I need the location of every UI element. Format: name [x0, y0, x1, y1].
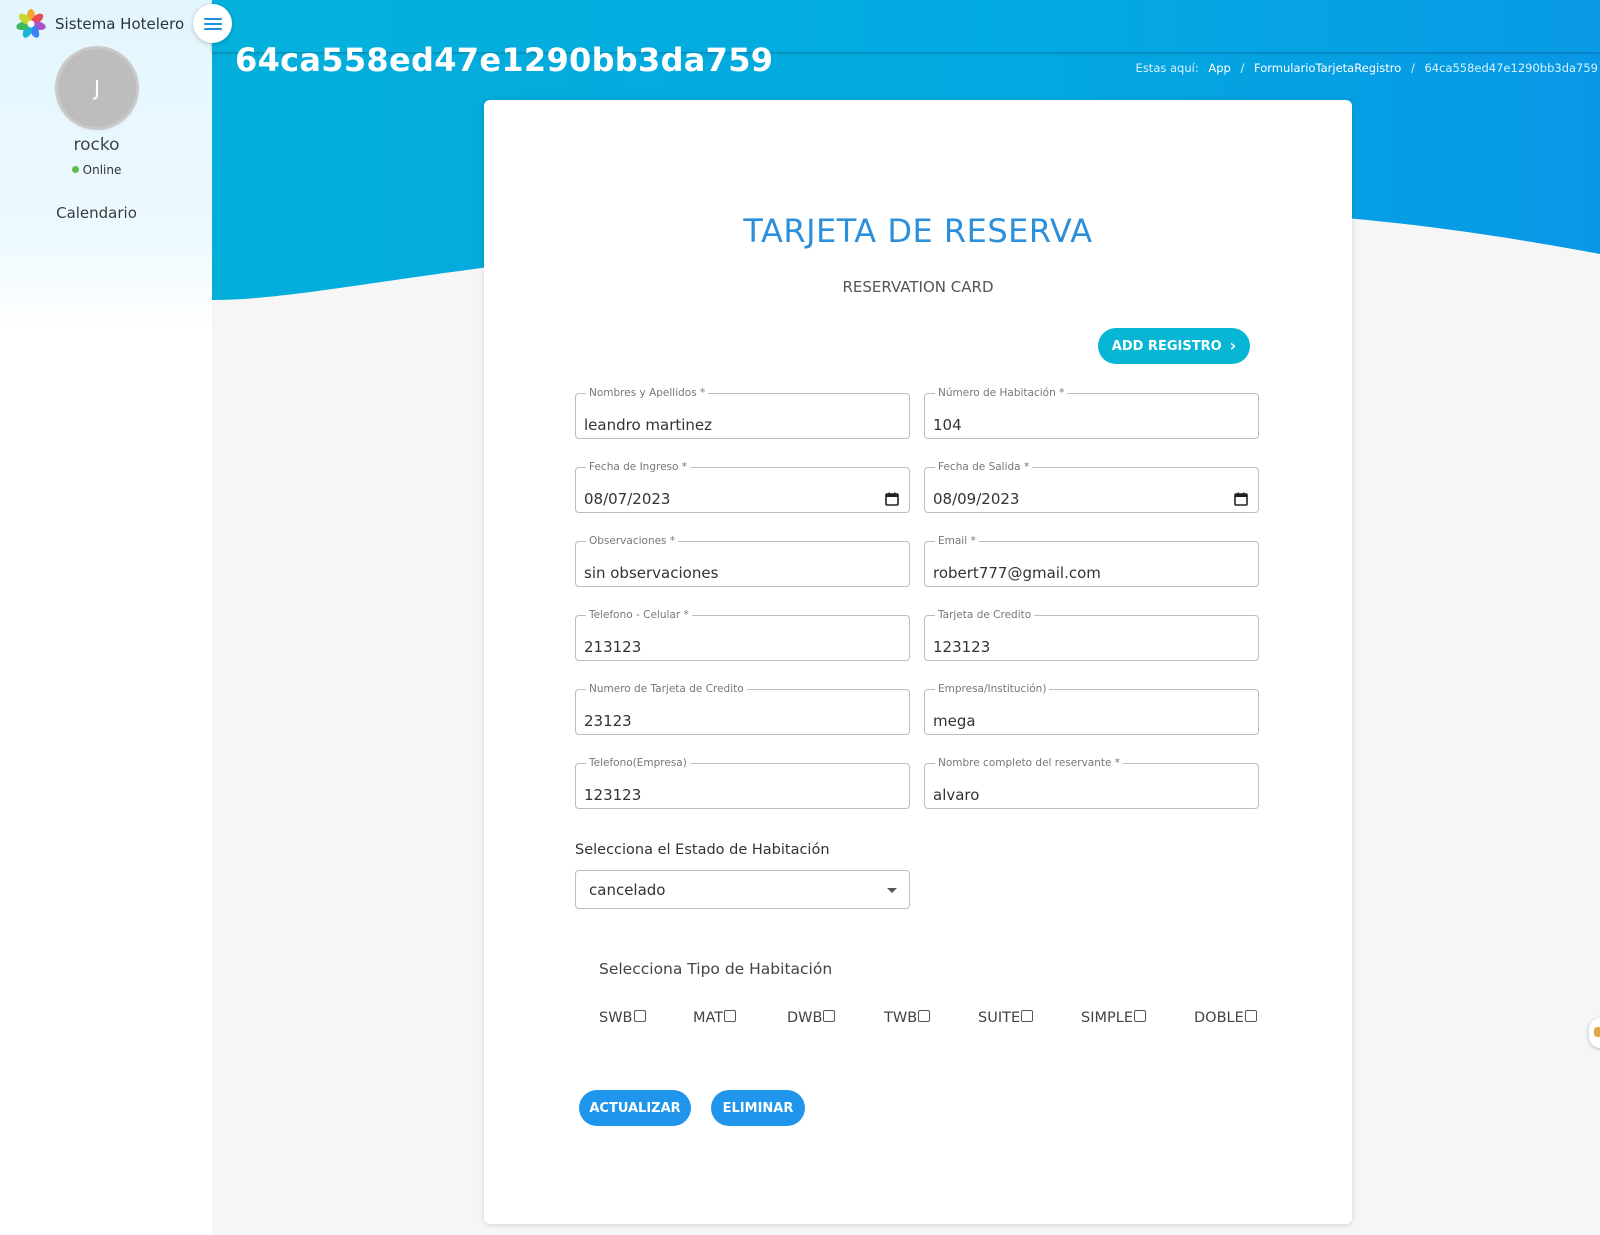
tarjeta-field[interactable]: Tarjeta de Credito 123123 — [924, 608, 1259, 661]
calendar-icon[interactable] — [1234, 492, 1248, 506]
user-status: Online — [0, 163, 193, 177]
app-title: Sistema Hotelero — [55, 15, 185, 33]
empresa-field[interactable]: Empresa/Institución) mega — [924, 682, 1259, 735]
card-subtitle: RESERVATION CARD — [842, 278, 994, 296]
menu-toggle-button[interactable] — [193, 4, 232, 43]
checkbox-dwb[interactable]: DWB — [787, 1010, 836, 1026]
checkbox-label: DOBLE — [1194, 1010, 1244, 1026]
checkbox-box[interactable] — [1021, 1010, 1034, 1022]
floating-widget-button[interactable] — [1589, 1018, 1600, 1048]
tarjeta-label: Tarjeta de Credito — [935, 608, 1035, 622]
observaciones-value: sin observaciones — [584, 564, 719, 582]
checkbox-box[interactable] — [823, 1010, 836, 1022]
breadcrumb-separator: / — [1240, 61, 1245, 75]
breadcrumb-item-current: 64ca558ed47e1290bb3da759 — [1424, 61, 1598, 75]
checkbox-simple[interactable]: SIMPLE — [1081, 1010, 1146, 1026]
telefono-field[interactable]: Telefono - Celular * 213123 — [575, 608, 910, 661]
fecha-salida-field[interactable]: Fecha de Salida * 08/09/2023 — [924, 460, 1259, 513]
empresa-value: mega — [933, 712, 976, 730]
tipo-label: Selecciona Tipo de Habitación — [599, 960, 833, 978]
eliminar-button[interactable]: ELIMINAR — [711, 1090, 805, 1126]
sidebar-item-calendario[interactable]: Calendario — [0, 204, 193, 222]
online-dot-icon — [71, 166, 79, 173]
telefono-empresa-field[interactable]: Telefono(Empresa) 123123 — [575, 756, 910, 809]
checkbox-box[interactable] — [1133, 1010, 1146, 1022]
breadcrumb: Estas aquí: App / FormularioTarjetaRegis… — [1136, 61, 1598, 75]
nombres-value: leandro martinez — [584, 416, 713, 434]
card-title: TARJETA DE RESERVA — [743, 212, 1093, 250]
estado-label: Selecciona el Estado de Habitación — [575, 842, 830, 858]
tarjeta-value: 123123 — [933, 638, 991, 656]
breadcrumb-prefix: Estas aquí: — [1135, 61, 1199, 75]
checkbox-doble[interactable]: DOBLE — [1194, 1010, 1257, 1026]
checkbox-twb[interactable]: TWB — [884, 1010, 931, 1026]
fecha-salida-value: 08/09/2023 — [933, 490, 1020, 508]
checkbox-label: SIMPLE — [1081, 1010, 1133, 1026]
actualizar-button[interactable]: ACTUALIZAR — [579, 1090, 691, 1126]
checkbox-label: TWB — [884, 1010, 918, 1026]
checkbox-label: MAT — [693, 1010, 724, 1026]
numero-tarjeta-field[interactable]: Numero de Tarjeta de Credito 23123 — [575, 682, 910, 735]
habitacion-label: Número de Habitación * — [935, 386, 1068, 400]
email-field[interactable]: Email * robert777@gmail.com — [924, 534, 1259, 587]
numero-tarjeta-value: 23123 — [584, 712, 632, 730]
estado-select[interactable]: cancelado — [575, 870, 910, 909]
caret-down-icon — [887, 888, 897, 893]
checkbox-box[interactable] — [724, 1010, 737, 1022]
reservation-card: TARJETA DE RESERVA RESERVATION CARD ADD … — [484, 100, 1352, 1224]
numero-tarjeta-label: Numero de Tarjeta de Credito — [586, 682, 747, 696]
telefono-empresa-label: Telefono(Empresa) — [586, 756, 690, 770]
checkbox-box[interactable] — [918, 1010, 931, 1022]
telefono-label: Telefono - Celular * — [586, 608, 692, 622]
empresa-label: Empresa/Institución) — [935, 682, 1050, 696]
checkbox-swb[interactable]: SWB — [599, 1010, 646, 1026]
observaciones-field[interactable]: Observaciones * sin observaciones — [575, 534, 910, 587]
avatar: J — [58, 49, 136, 127]
flower-logo-icon — [16, 9, 46, 38]
telefono-value: 213123 — [584, 638, 642, 656]
brand: Sistema Hotelero — [16, 8, 184, 40]
chevron-right-icon: › — [1229, 336, 1237, 355]
status-label: Online — [82, 163, 122, 177]
add-registro-label: ADD REGISTRO — [1111, 338, 1222, 354]
fecha-salida-label: Fecha de Salida * — [935, 460, 1033, 474]
checkbox-label: DWB — [787, 1010, 823, 1026]
habitacion-value: 104 — [933, 416, 962, 434]
reservante-field[interactable]: Nombre completo del reservante * alvaro — [924, 756, 1259, 809]
habitacion-field[interactable]: Número de Habitación * 104 — [924, 386, 1259, 439]
sidebar: Sistema Hotelero J rocko Online Calendar… — [0, 0, 212, 1235]
reservante-value: alvaro — [933, 786, 980, 804]
checkbox-suite[interactable]: SUITE — [978, 1010, 1034, 1026]
breadcrumb-item-formulario[interactable]: FormularioTarjetaRegistro — [1254, 61, 1401, 75]
hamburger-menu-icon — [203, 17, 222, 30]
checkbox-mat[interactable]: MAT — [693, 1010, 737, 1026]
widget-icon — [1594, 1027, 1600, 1037]
checkbox-box[interactable] — [1244, 1010, 1257, 1022]
breadcrumb-separator: / — [1410, 61, 1415, 75]
email-value: robert777@gmail.com — [933, 564, 1101, 582]
username: rocko — [73, 135, 120, 155]
telefono-empresa-value: 123123 — [584, 786, 642, 804]
fecha-ingreso-value: 08/07/2023 — [584, 490, 671, 508]
email-label: Email * — [935, 534, 979, 548]
breadcrumb-item-app[interactable]: App — [1208, 61, 1230, 75]
checkbox-label: SUITE — [978, 1010, 1021, 1026]
checkbox-box[interactable] — [633, 1010, 646, 1022]
nombres-field[interactable]: Nombres y Apellidos * leandro martinez — [575, 386, 910, 439]
observaciones-label: Observaciones * — [586, 534, 679, 548]
nombres-label: Nombres y Apellidos * — [586, 386, 709, 400]
fecha-ingreso-label: Fecha de Ingreso * — [586, 460, 691, 474]
calendar-icon[interactable] — [885, 492, 899, 506]
estado-value: cancelado — [589, 881, 666, 899]
avatar-initial: J — [94, 76, 100, 100]
page-title: 64ca558ed47e1290bb3da759 — [235, 41, 774, 74]
checkbox-label: SWB — [599, 1010, 633, 1026]
fecha-ingreso-field[interactable]: Fecha de Ingreso * 08/07/2023 — [575, 460, 910, 513]
add-registro-button[interactable]: ADD REGISTRO › — [1098, 328, 1250, 364]
reservante-label: Nombre completo del reservante * — [935, 756, 1124, 770]
